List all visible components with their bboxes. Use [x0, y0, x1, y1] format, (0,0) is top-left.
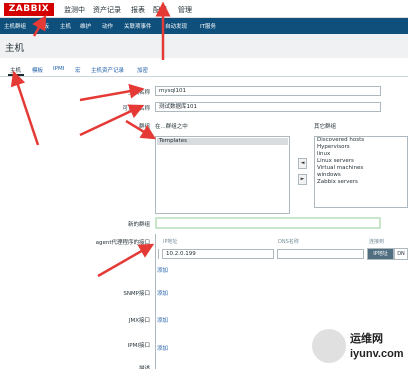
arrow-to-templates-group [125, 119, 157, 140]
arrow-to-visible-name [79, 104, 145, 137]
watermark-url: iyunv.com [350, 348, 404, 360]
watermark: 运维网 iyunv.com [310, 327, 404, 367]
annotation-arrows [10, 1, 171, 278]
arrow-to-host-tab [10, 70, 40, 146]
watermark-logo-icon [312, 329, 346, 363]
watermark-title: 运维网 [350, 332, 383, 345]
arrow-to-hosts [32, 14, 47, 37]
arrow-to-hostname [79, 83, 145, 102]
arrow-to-agent-interface [97, 243, 155, 278]
